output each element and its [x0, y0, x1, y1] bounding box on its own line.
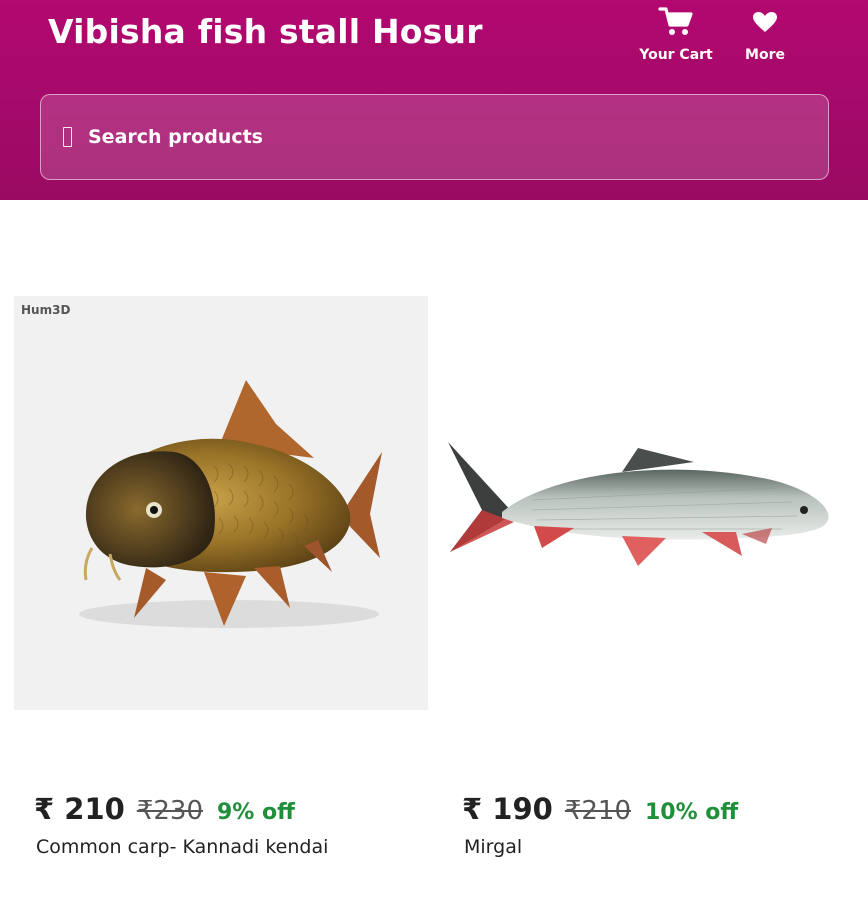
product-image[interactable] [442, 296, 856, 710]
carp-fish-image [79, 380, 382, 628]
your-cart-button[interactable]: Your Cart [636, 4, 716, 70]
search-icon [63, 127, 72, 147]
price-row: ₹ 210 ₹230 9% off [34, 792, 295, 826]
product-name[interactable]: Common carp- Kannadi kendai [36, 836, 328, 858]
image-watermark: Hum3D [21, 303, 71, 317]
search-input[interactable] [88, 126, 828, 148]
app-header: Vibisha fish stall Hosur Your Cart More [0, 0, 868, 200]
heart-icon [752, 4, 778, 40]
more-button[interactable]: More [736, 4, 794, 70]
product-price: ₹ 210 [34, 792, 125, 826]
store-title: Vibisha fish stall Hosur [48, 12, 483, 51]
search-bar[interactable] [40, 94, 829, 180]
product-price: ₹ 190 [462, 792, 553, 826]
product-mrp: ₹230 [136, 796, 203, 826]
product-image[interactable]: Hum3D [14, 296, 428, 710]
cart-icon [658, 4, 694, 40]
price-row: ₹ 190 ₹210 10% off [462, 792, 738, 826]
your-cart-label: Your Cart [639, 47, 713, 63]
mrigal-fish-image [448, 442, 829, 566]
product-discount: 10% off [644, 800, 739, 825]
more-label: More [745, 47, 785, 63]
product-mrp: ₹210 [564, 796, 631, 826]
product-discount: 9% off [216, 800, 295, 825]
product-name[interactable]: Mirgal [464, 836, 522, 858]
